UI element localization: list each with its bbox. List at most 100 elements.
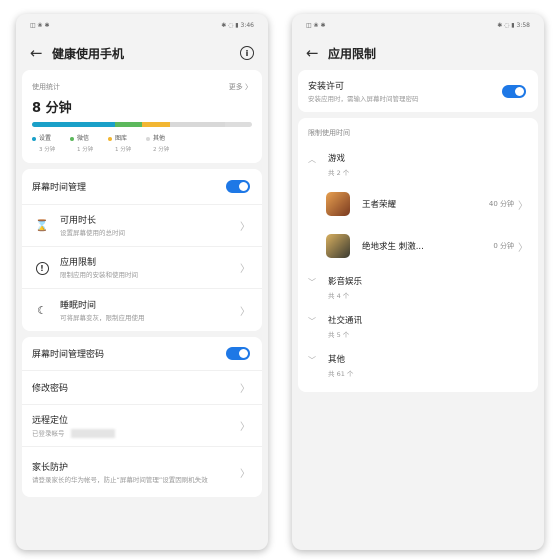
game-app-icon bbox=[326, 192, 350, 216]
section-title: 限制使用时间 bbox=[308, 129, 350, 137]
chevron-right-icon: 〉 bbox=[240, 306, 250, 318]
group-label: 社交通讯 bbox=[328, 316, 363, 326]
moon-icon: ☾ bbox=[37, 303, 47, 317]
status-icons-left: ◫ ❀ ✱ bbox=[30, 21, 50, 29]
chevron-down-icon: ﹀ bbox=[308, 356, 316, 365]
chevron-up-icon: ︿ bbox=[308, 155, 316, 164]
health-app-screen: ◫ ❀ ✱ ✱ ◌ ▮ 3:46 ← 健康使用手机 i 使用统计 更多 〉 8 … bbox=[16, 14, 268, 550]
app-time: 0 分钟 bbox=[493, 242, 514, 250]
chevron-right-icon: 〉 bbox=[240, 422, 250, 433]
chevron-right-icon: 〉 bbox=[240, 384, 250, 395]
status-icons-left: ◫ ❀ ✱ bbox=[306, 21, 326, 29]
legend-dot bbox=[32, 136, 36, 141]
page-title: 健康使用手机 bbox=[52, 46, 125, 61]
app-limits-screen: ◫ ❀ ✱ ✱ ◌ ▮ 3:58 ← 应用限制 安装许可 安装应用时，需输入屏幕… bbox=[292, 14, 544, 550]
list-item-app-limits[interactable]: ! 应用限制 限制应用的安装和使用时间 〉 bbox=[22, 247, 262, 289]
screen-time-card: 屏幕时间管理 ⌛ 可用时长 设置屏幕使用的总时间 〉 ! 应用限制 限制应用的安… bbox=[22, 169, 262, 331]
screen-time-row[interactable]: 屏幕时间管理 bbox=[22, 169, 262, 205]
install-label: 安装许可 bbox=[308, 81, 345, 92]
chevron-right-icon: 〉 bbox=[518, 242, 528, 254]
legend-dot bbox=[108, 136, 112, 141]
parent-protection-label: 家长防护 bbox=[32, 462, 69, 473]
password-toggle[interactable] bbox=[226, 347, 250, 360]
legend-item: 微信 1 分钟 bbox=[70, 133, 108, 153]
chevron-down-icon: ﹀ bbox=[308, 278, 316, 287]
parent-protection-sub: 请登录家长的华为帐号，防止“屏幕时间管理”设置因刷机失效 bbox=[32, 475, 208, 484]
remote-location-sub: 已登录帐号 bbox=[32, 429, 65, 438]
app-name: 绝地求生 刺激... bbox=[362, 242, 424, 252]
chevron-right-icon: 〉 bbox=[240, 222, 250, 233]
app-row[interactable]: 王者荣耀 40 分钟 〉 bbox=[298, 183, 538, 225]
change-password-label: 修改密码 bbox=[32, 384, 69, 394]
blurred-account bbox=[70, 428, 115, 438]
parent-protection-row[interactable]: 家长防护 请登录家长的华为帐号，防止“屏幕时间管理”设置因刷机失效 〉 bbox=[22, 447, 262, 497]
limits-card: 限制使用时间 ︿ 游戏 共 2 个 王者荣耀 40 分钟 〉 绝地求生 刺激..… bbox=[298, 118, 538, 392]
status-bar: ◫ ❀ ✱ ✱ ◌ ▮ 3:58 bbox=[292, 14, 544, 36]
legend-item: 其他 2 分钟 bbox=[146, 133, 184, 153]
usage-bar-segment bbox=[32, 122, 115, 127]
legend-time: 2 分钟 bbox=[153, 147, 170, 153]
info-icon[interactable]: i bbox=[240, 46, 254, 60]
legend-item: 设置 3 分钟 bbox=[32, 133, 70, 153]
screen-time-toggle[interactable] bbox=[226, 180, 250, 193]
back-arrow-icon[interactable]: ← bbox=[306, 44, 328, 62]
hourglass-icon: ⌛ bbox=[35, 219, 49, 232]
group-count: 共 61 个 bbox=[328, 370, 354, 378]
group-video-entertainment[interactable]: ﹀ 影音娱乐 共 4 个 bbox=[298, 267, 538, 306]
legend-time: 3 分钟 bbox=[39, 147, 56, 153]
usage-bar-segment bbox=[169, 122, 225, 127]
item-label: 可用时长 bbox=[60, 216, 97, 226]
install-permission-row[interactable]: 安装许可 安装应用时，需输入屏幕时间管理密码 bbox=[298, 70, 538, 112]
group-count: 共 4 个 bbox=[328, 292, 350, 300]
page-title: 应用限制 bbox=[328, 46, 377, 61]
usage-legend: 设置 3 分钟 微信 1 分钟 图库 1 分钟 其他 2 分钟 bbox=[22, 127, 262, 163]
chevron-down-icon: ﹀ bbox=[308, 317, 316, 326]
status-icons-right: ✱ ◌ ▮ 3:58 bbox=[497, 21, 530, 29]
status-bar: ◫ ❀ ✱ ✱ ◌ ▮ 3:46 bbox=[16, 14, 268, 36]
group-games[interactable]: ︿ 游戏 共 2 个 bbox=[298, 144, 538, 183]
change-password-row[interactable]: 修改密码 〉 bbox=[22, 371, 262, 405]
item-sub: 设置屏幕使用的总时间 bbox=[60, 229, 125, 237]
app-time: 40 分钟 bbox=[488, 200, 514, 208]
header: ← 健康使用手机 i bbox=[16, 36, 268, 70]
usage-total: 8 分钟 bbox=[32, 101, 72, 116]
legend-item: 图库 1 分钟 bbox=[108, 133, 146, 153]
list-item-sleep-time[interactable]: ☾ 睡眠时间 可将屏幕变灰，限制应用使用 〉 bbox=[22, 289, 262, 331]
group-count: 共 5 个 bbox=[328, 331, 350, 339]
legend-dot bbox=[146, 136, 150, 141]
remote-location-label: 远程定位 bbox=[32, 415, 69, 426]
chevron-right-icon: 〉 bbox=[240, 468, 250, 480]
usage-bar-segment bbox=[114, 122, 142, 127]
chevron-right-icon: 〉 bbox=[240, 264, 250, 275]
group-other[interactable]: ﹀ 其他 共 61 个 bbox=[298, 345, 538, 384]
item-sub: 限制应用的安装和使用时间 bbox=[60, 271, 138, 279]
legend-label: 图库 bbox=[115, 135, 128, 142]
install-toggle[interactable] bbox=[502, 84, 526, 98]
chevron-right-icon: 〉 bbox=[518, 200, 528, 212]
game-app-icon bbox=[326, 234, 350, 258]
app-name: 王者荣耀 bbox=[362, 200, 397, 210]
usage-bar bbox=[32, 122, 252, 127]
group-label: 其他 bbox=[328, 355, 346, 365]
back-arrow-icon[interactable]: ← bbox=[30, 44, 52, 62]
usage-card: 使用统计 更多 〉 8 分钟 设置 3 分钟 微信 1 分钟 图库 1 分钟 其他 2 分钟 bbox=[22, 70, 262, 163]
usage-label: 使用统计 bbox=[32, 83, 60, 91]
group-count: 共 2 个 bbox=[328, 169, 350, 177]
password-row[interactable]: 屏幕时间管理密码 bbox=[22, 337, 262, 371]
legend-dot bbox=[70, 136, 74, 141]
password-label: 屏幕时间管理密码 bbox=[32, 350, 105, 360]
header: ← 应用限制 bbox=[292, 36, 544, 70]
app-row[interactable]: 绝地求生 刺激... 0 分钟 〉 bbox=[298, 225, 538, 267]
password-card: 屏幕时间管理密码 修改密码 〉 远程定位 已登录帐号 〉 家长防护 请登录家长的… bbox=[22, 337, 262, 497]
install-card: 安装许可 安装应用时，需输入屏幕时间管理密码 bbox=[298, 70, 538, 112]
group-social[interactable]: ﹀ 社交通讯 共 5 个 bbox=[298, 306, 538, 345]
remote-location-row[interactable]: 远程定位 已登录帐号 〉 bbox=[22, 405, 262, 447]
item-label: 应用限制 bbox=[60, 258, 97, 268]
list-item-usage-duration[interactable]: ⌛ 可用时长 设置屏幕使用的总时间 〉 bbox=[22, 205, 262, 247]
group-label: 影音娱乐 bbox=[328, 277, 363, 287]
more-link[interactable]: 更多 〉 bbox=[229, 82, 252, 92]
legend-label: 设置 bbox=[39, 135, 52, 142]
status-icons-right: ✱ ◌ ▮ 3:46 bbox=[221, 21, 254, 29]
screen-time-label: 屏幕时间管理 bbox=[32, 183, 87, 193]
item-sub: 可将屏幕变灰，限制应用使用 bbox=[60, 313, 145, 322]
